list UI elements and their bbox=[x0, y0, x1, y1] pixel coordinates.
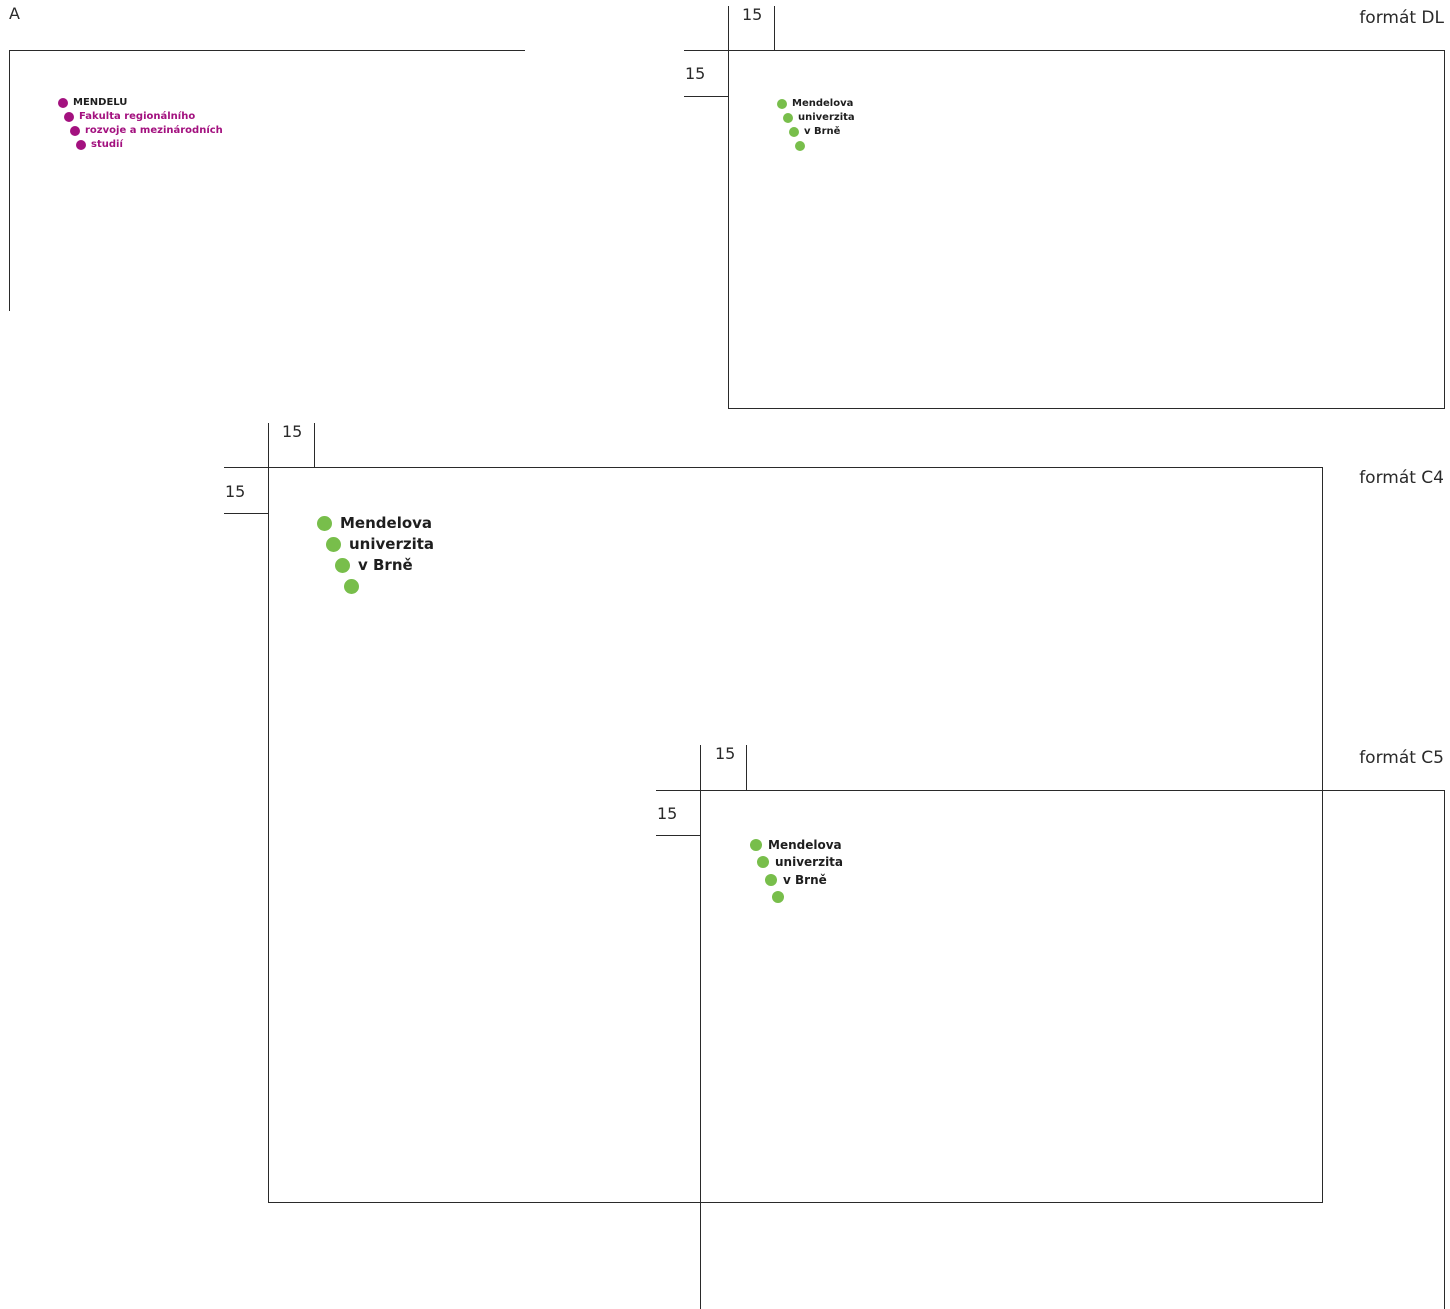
logo-dot-icon bbox=[765, 874, 777, 886]
format-c5-title: formát C5 bbox=[1359, 748, 1444, 768]
logo-dot-icon bbox=[750, 839, 762, 851]
logo-line-2: univerzita bbox=[775, 855, 844, 869]
logo-line-1: MENDELU bbox=[73, 97, 128, 108]
logo-dot-icon bbox=[795, 141, 805, 151]
dl-margin-guide-v1 bbox=[728, 6, 729, 50]
logo-dot-icon bbox=[70, 126, 80, 136]
dl-margin-left-value: 15 bbox=[685, 64, 706, 83]
logo-line-1: Mendelova bbox=[768, 838, 842, 852]
format-c4-title: formát C4 bbox=[1359, 468, 1444, 488]
c5-envelope-top-edge bbox=[700, 790, 1445, 791]
logo-line-4: studií bbox=[91, 139, 123, 150]
panel-a-left-edge bbox=[9, 50, 10, 311]
c4-margin-top-value: 15 bbox=[282, 422, 303, 441]
c4-margin-guide-v1 bbox=[268, 423, 269, 467]
c4-margin-guide-v2 bbox=[314, 423, 315, 467]
logo-dot-icon bbox=[76, 140, 86, 150]
logo-dot-icon bbox=[777, 99, 787, 109]
c5-margin-guide-v2 bbox=[746, 745, 747, 790]
c4-margin-guide-h2 bbox=[224, 513, 268, 514]
logo-line-3: v Brně bbox=[804, 126, 841, 137]
logo-line-1: Mendelova bbox=[340, 514, 433, 532]
panel-a-top-edge bbox=[9, 50, 525, 51]
format-dl-title: formát DL bbox=[1359, 8, 1444, 28]
c4-margin-guide-h1 bbox=[224, 467, 268, 468]
c5-margin-left-value: 15 bbox=[657, 804, 678, 823]
dl-margin-top-value: 15 bbox=[742, 5, 763, 24]
logo-dot-icon bbox=[64, 112, 74, 122]
c5-margin-top-value: 15 bbox=[715, 744, 736, 763]
logo-line-2: Fakulta regionálního bbox=[79, 111, 196, 122]
logo-dot-icon bbox=[344, 579, 359, 594]
logo-line-1: Mendelova bbox=[792, 98, 854, 109]
panel-a-label: A bbox=[9, 4, 20, 23]
logo-dot-icon bbox=[58, 98, 68, 108]
logo-dot-icon bbox=[335, 558, 350, 573]
logo-dot-icon bbox=[757, 856, 769, 868]
logo-line-2: univerzita bbox=[798, 112, 855, 123]
logo-dot-icon bbox=[772, 891, 784, 903]
logo-dot-icon bbox=[317, 516, 332, 531]
c5-margin-guide-h2 bbox=[656, 835, 700, 836]
logo-dot-icon bbox=[789, 127, 799, 137]
dl-margin-guide-v2 bbox=[774, 6, 775, 50]
logo-dot-icon bbox=[326, 537, 341, 552]
logo-line-3: rozvoje a mezinárodních bbox=[85, 125, 223, 136]
logo-dot-icon bbox=[783, 113, 793, 123]
c5-envelope-left-edge bbox=[700, 790, 701, 1309]
dl-margin-guide-h2 bbox=[684, 96, 728, 97]
c5-margin-guide-v1 bbox=[700, 745, 701, 790]
logo-line-2: univerzita bbox=[349, 535, 435, 553]
dl-margin-guide-h1 bbox=[684, 50, 728, 51]
logo-line-3: v Brně bbox=[783, 873, 827, 887]
c4-envelope-frame bbox=[268, 467, 1323, 1203]
c4-margin-left-value: 15 bbox=[225, 482, 246, 501]
c5-envelope-right-edge bbox=[1444, 790, 1445, 1309]
c5-margin-guide-h1 bbox=[656, 790, 700, 791]
logo-line-3: v Brně bbox=[358, 556, 413, 574]
